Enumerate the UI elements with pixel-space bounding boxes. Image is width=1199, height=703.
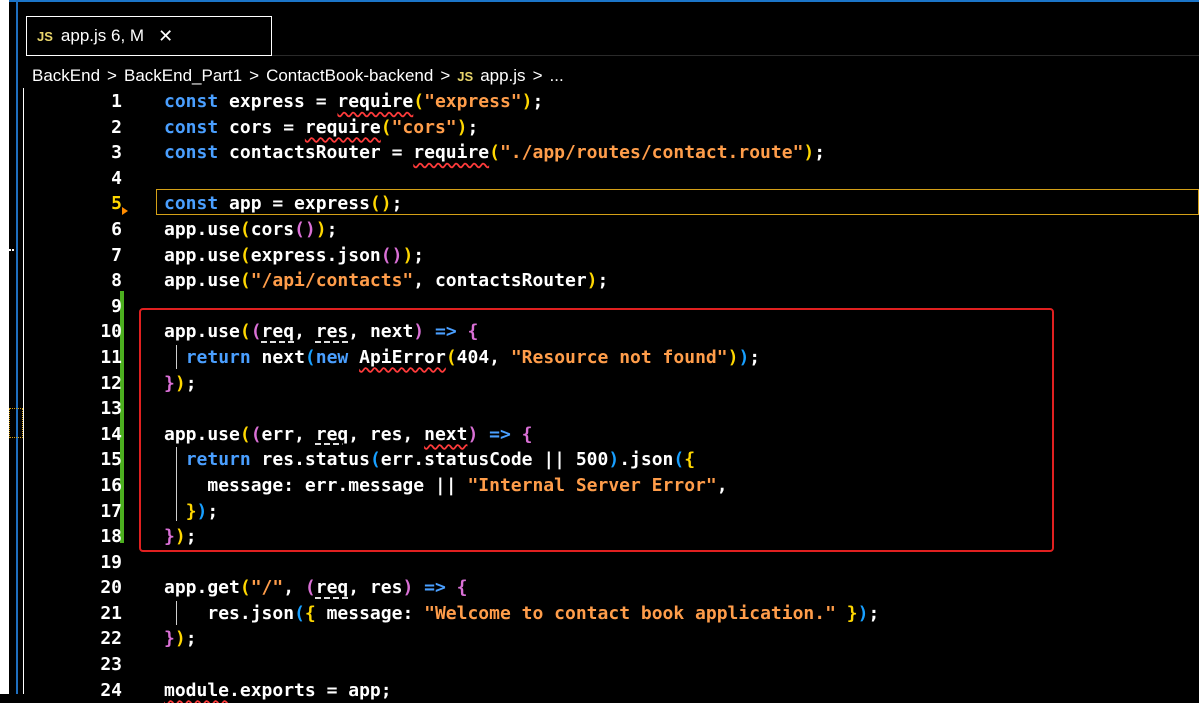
line-number: 5 bbox=[111, 193, 122, 215]
line-number: 2 bbox=[111, 116, 122, 138]
code-line[interactable]: 4 bbox=[0, 166, 1199, 192]
breadcrumb-separator: > bbox=[532, 66, 543, 85]
line-number: 13 bbox=[100, 398, 122, 420]
line-number: 21 bbox=[100, 602, 122, 624]
code-line[interactable]: 21 res.json({ message: "Welcome to conta… bbox=[0, 601, 1199, 627]
line-number: 12 bbox=[100, 372, 122, 394]
line-number: 15 bbox=[100, 449, 122, 471]
breadcrumb-item-app-js[interactable]: app.js bbox=[480, 66, 525, 86]
code-line[interactable]: 1 const express = require("express"); bbox=[0, 89, 1199, 115]
code-line[interactable]: 2 const cors = require("cors"); bbox=[0, 115, 1199, 141]
line-number: 20 bbox=[100, 577, 122, 599]
code-line[interactable]: 3 const contactsRouter = require("./app/r… bbox=[0, 140, 1199, 166]
line-number: 16 bbox=[100, 474, 122, 496]
line-number: 24 bbox=[100, 679, 122, 701]
line-number: 19 bbox=[100, 551, 122, 573]
breadcrumb-item-backend[interactable]: BackEnd bbox=[32, 66, 100, 86]
line-number: 9 bbox=[111, 295, 122, 317]
line-number: 8 bbox=[111, 270, 122, 292]
code-line[interactable]: 20 app.get("/", (req, res) => { bbox=[0, 575, 1199, 601]
code-line[interactable]: 7 app.use(express.json()); bbox=[0, 243, 1199, 269]
code-line[interactable]: 6 app.use(cors()); bbox=[0, 217, 1199, 243]
code-line[interactable]: 22}); bbox=[0, 626, 1199, 652]
code-line[interactable]: 9 bbox=[0, 294, 1199, 320]
code-line[interactable]: 8 app.use("/api/contacts", contactsRouter… bbox=[0, 268, 1199, 294]
javascript-file-icon: JS bbox=[457, 68, 474, 84]
tab-bar-empty bbox=[272, 16, 1199, 56]
code-line-current[interactable]: 5 const app = express(); bbox=[0, 191, 1199, 217]
breadcrumb-separator: > bbox=[249, 66, 260, 85]
code-line[interactable]: 10 app.use((req, res, next) => { bbox=[0, 319, 1199, 345]
code-editor[interactable]: 1 const express = require("express"); 2 co… bbox=[0, 89, 1199, 703]
line-number: 11 bbox=[100, 346, 122, 368]
close-icon[interactable]: ✕ bbox=[158, 26, 173, 47]
line-number: 14 bbox=[100, 423, 122, 445]
code-line[interactable]: 16 message: err.message || "Internal Ser… bbox=[0, 473, 1199, 499]
tab-title: app.js 6, M bbox=[60, 26, 145, 45]
code-line[interactable]: 23 bbox=[0, 652, 1199, 678]
breadcrumb-item-backend-part1[interactable]: BackEnd_Part1 bbox=[124, 66, 242, 86]
breadcrumb-separator: > bbox=[107, 66, 117, 85]
line-number: 23 bbox=[100, 654, 122, 676]
code-line[interactable]: 11 return next(new ApiError(404, "Resour… bbox=[0, 345, 1199, 371]
window-top-border bbox=[0, 0, 1199, 2]
breadcrumb-separator: > bbox=[440, 66, 451, 85]
editor-tab-app-js[interactable]: JS app.js 6, M ✕ bbox=[26, 16, 272, 56]
breadcrumb: BackEnd > BackEnd_Part1 > ContactBook-ba… bbox=[32, 65, 564, 87]
breadcrumb-more[interactable]: ... bbox=[550, 66, 564, 86]
line-number: 1 bbox=[111, 91, 122, 112]
line-number: 7 bbox=[111, 244, 122, 266]
code-line[interactable]: 15 return res.status(err.statusCode || 5… bbox=[0, 447, 1199, 473]
code-line[interactable]: 19 bbox=[0, 550, 1199, 576]
line-number: 17 bbox=[100, 500, 122, 522]
code-line[interactable]: 17 }); bbox=[0, 499, 1199, 525]
code-line[interactable]: 18}); bbox=[0, 524, 1199, 550]
code-line[interactable]: 14 app.use((err, req, res, next) => { bbox=[0, 422, 1199, 448]
code-line[interactable]: 24 module.exports = app; bbox=[0, 678, 1199, 703]
line-number: 6 bbox=[111, 218, 122, 240]
javascript-file-icon: JS bbox=[37, 28, 53, 44]
line-number: 3 bbox=[111, 142, 122, 164]
line-number: 18 bbox=[100, 526, 122, 548]
breadcrumb-item-contactbook-backend[interactable]: ContactBook-backend bbox=[266, 66, 433, 86]
line-number: 4 bbox=[111, 167, 122, 189]
code-line[interactable]: 13 bbox=[0, 396, 1199, 422]
line-number: 10 bbox=[100, 321, 122, 343]
line-number: 22 bbox=[100, 628, 122, 650]
code-line[interactable]: 12}); bbox=[0, 371, 1199, 397]
